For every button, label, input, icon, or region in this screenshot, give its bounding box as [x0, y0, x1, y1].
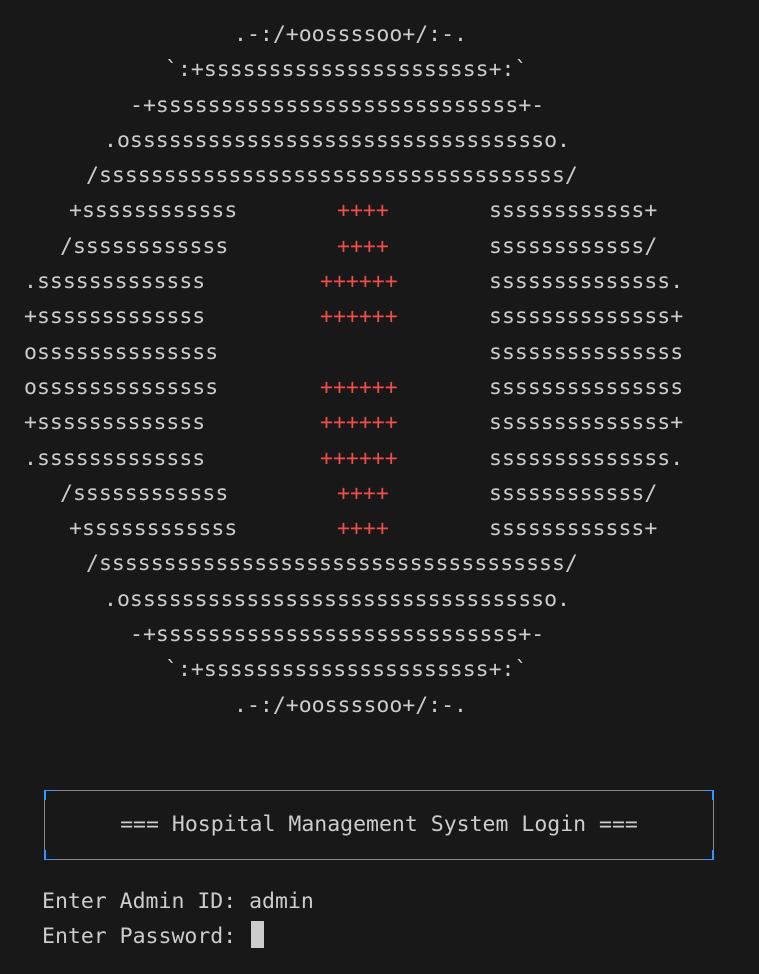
ascii-text: /ssssssssssss	[60, 233, 229, 259]
ascii-cross: ++++	[337, 480, 389, 506]
ascii-row: .osssssssssssssssssssssssssssssssso.	[24, 582, 744, 617]
ascii-text: ssssssssssssss.	[489, 269, 684, 295]
ascii-row: -+ssssssssssssssssssssssssssss+-	[24, 617, 744, 652]
ascii-row: /ssssssssssss ++++ ssssssssssss/	[24, 229, 744, 264]
ascii-cross: ++++++	[320, 410, 398, 436]
ascii-logo: .-:/+oossssoo+/:-. `:+ssssssssssssssssss…	[24, 17, 744, 723]
ascii-text: /ssssssssssssssssssssssssssssssssssss/	[86, 163, 578, 189]
ascii-cross: ++++++	[320, 269, 398, 295]
ascii-row: `:+ssssssssssssssssssssss+:`	[24, 652, 744, 687]
ascii-text: .-:/+oossssoo+/:-.	[234, 692, 467, 718]
ascii-row: .-:/+oossssoo+/:-.	[24, 17, 744, 52]
ascii-row: .-:/+oossssoo+/:-.	[24, 688, 744, 723]
ascii-row: +ssssssssssss ++++ ssssssssssss+	[24, 193, 744, 228]
ascii-text: .osssssssssssssssssssssssssssssssso.	[104, 586, 570, 612]
ascii-text: .osssssssssssssssssssssssssssssssso.	[104, 127, 570, 153]
ascii-text: .sssssssssssss	[24, 445, 206, 471]
ascii-text: ossssssssssssss	[24, 374, 219, 400]
ascii-text: +ssssssssssss	[69, 198, 238, 224]
ascii-cross: ++++++	[320, 445, 398, 471]
ascii-text: ossssssssssssss	[24, 339, 219, 365]
ascii-text: ssssssssssssss+	[489, 304, 684, 330]
ascii-text: /ssssssssssss	[60, 480, 229, 506]
ascii-cross: ++++	[337, 516, 389, 542]
ascii-text: /ssssssssssssssssssssssssssssssssssss/	[86, 551, 578, 577]
ascii-row: +sssssssssssss ++++++ ssssssssssssss+	[24, 299, 744, 334]
ascii-row: .sssssssssssss ++++++ ssssssssssssss.	[24, 441, 744, 476]
login-title: === Hospital Management System Login ===	[120, 812, 638, 837]
ascii-row: .sssssssssssss ++++++ ssssssssssssss.	[24, 264, 744, 299]
ascii-row: +ssssssssssss ++++ ssssssssssss+	[24, 511, 744, 546]
admin-id-label: Enter Admin ID:	[42, 889, 250, 914]
ascii-text: -+ssssssssssssssssssssssssssss+-	[130, 622, 545, 648]
admin-id-input[interactable]: admin	[249, 889, 314, 914]
ascii-text: ssssssssssss+	[489, 198, 658, 224]
ascii-row: .osssssssssssssssssssssssssssssssso.	[24, 123, 744, 158]
ascii-cross: ++++	[337, 233, 389, 259]
admin-id-prompt: Enter Admin ID: admin	[42, 885, 314, 919]
ascii-text: sssssssssssssss	[489, 374, 684, 400]
ascii-cross: ++++++	[320, 374, 398, 400]
ascii-text: .sssssssssssss	[24, 269, 206, 295]
password-input-cursor[interactable]	[251, 921, 265, 948]
ascii-cross: ++++++	[320, 304, 398, 330]
ascii-row: /ssssssssssssssssssssssssssssssssssss/	[24, 158, 744, 193]
ascii-text: -+ssssssssssssssssssssssssssss+-	[130, 92, 545, 118]
ascii-text: +sssssssssssss	[24, 304, 206, 330]
terminal-window[interactable]: .-:/+oossssoo+/:-. `:+ssssssssssssssssss…	[0, 0, 759, 974]
ascii-row: ossssssssssssss sssssssssssssss	[24, 335, 744, 370]
password-prompt: Enter Password:	[42, 920, 265, 954]
login-banner-box: === Hospital Management System Login ===	[44, 790, 714, 860]
ascii-text: ssssssssssssss+	[489, 410, 684, 436]
ascii-text: ssssssssssssss.	[489, 445, 684, 471]
ascii-text: ssssssssssss/	[489, 480, 658, 506]
ascii-text: .-:/+oossssoo+/:-.	[234, 22, 467, 47]
ascii-text: +ssssssssssss	[69, 516, 238, 542]
password-label: Enter Password:	[42, 924, 250, 949]
ascii-text: +sssssssssssss	[24, 410, 206, 436]
ascii-cross: ++++	[337, 198, 389, 224]
ascii-text: `:+ssssssssssssssssssssss+:`	[165, 57, 528, 83]
ascii-row: /ssssssssssssssssssssssssssssssssssss/	[24, 546, 744, 581]
ascii-row: /ssssssssssss ++++ ssssssssssss/	[24, 476, 744, 511]
ascii-row: +sssssssssssss ++++++ ssssssssssssss+	[24, 405, 744, 440]
ascii-text: sssssssssssssss	[489, 339, 684, 365]
ascii-text: ssssssssssss/	[489, 233, 658, 259]
ascii-row: `:+ssssssssssssssssssssss+:`	[24, 52, 744, 87]
ascii-text: `:+ssssssssssssssssssssss+:`	[165, 657, 528, 683]
ascii-text: ssssssssssss+	[489, 516, 658, 542]
ascii-row: ossssssssssssss ++++++ sssssssssssssss	[24, 370, 744, 405]
ascii-row: -+ssssssssssssssssssssssssssss+-	[24, 88, 744, 123]
